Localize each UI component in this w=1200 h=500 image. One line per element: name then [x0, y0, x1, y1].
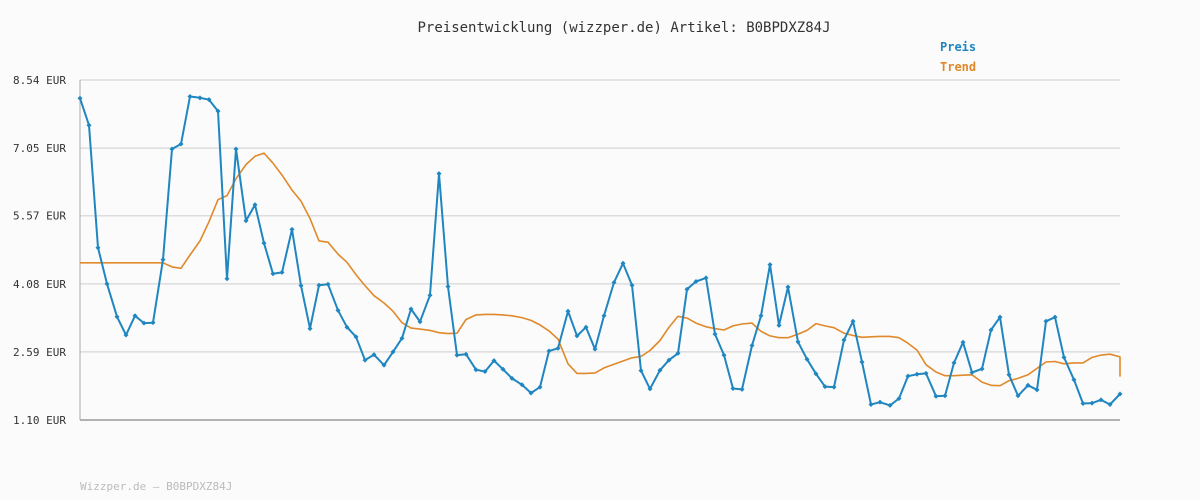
- price-point: [785, 284, 791, 290]
- price-point: [436, 171, 442, 177]
- y-tick-label: 4.08 EUR: [13, 278, 66, 291]
- price-point: [325, 281, 331, 287]
- price-point: [776, 322, 782, 328]
- price-point: [95, 245, 101, 251]
- price-point: [868, 401, 874, 407]
- series-group: [77, 93, 1123, 408]
- price-point: [289, 226, 295, 232]
- price-point: [104, 281, 110, 287]
- price-point: [427, 292, 433, 298]
- price-point: [187, 93, 193, 99]
- y-tick-label: 8.54 EUR: [13, 74, 66, 87]
- price-point: [739, 386, 745, 392]
- price-point: [77, 95, 83, 101]
- price-point: [546, 348, 552, 354]
- price-point: [224, 276, 230, 282]
- price-point: [1080, 401, 1086, 407]
- grid-lines: [80, 79, 1120, 421]
- price-point: [565, 308, 571, 314]
- price-point: [261, 240, 267, 246]
- price-point: [197, 95, 203, 101]
- footer-credit: Wizzper.de – B0BPDXZ84J: [80, 480, 233, 493]
- price-point: [454, 352, 460, 358]
- price-point: [307, 326, 313, 332]
- price-point: [730, 385, 736, 391]
- price-point: [279, 269, 285, 275]
- price-chart: Preisentwicklung (wizzper.de) Artikel: B…: [13, 20, 1123, 427]
- y-tick-label: 7.05 EUR: [13, 142, 66, 155]
- y-axis-ticks: 8.54 EUR 7.05 EUR 5.57 EUR 4.08 EUR 2.59 EUR…: [13, 74, 66, 427]
- price-point: [1089, 400, 1095, 406]
- price-point: [86, 122, 92, 128]
- price-point: [445, 284, 451, 290]
- price-point: [758, 313, 764, 319]
- price-point: [831, 384, 837, 390]
- chart-title: Preisentwicklung (wizzper.de) Artikel: B…: [417, 20, 830, 36]
- price-point: [749, 343, 755, 349]
- y-tick-label: 5.57 EUR: [13, 210, 66, 223]
- series-line-preis: [79, 95, 1121, 407]
- price-point: [601, 313, 607, 319]
- y-tick-label: 1.10 EUR: [13, 414, 66, 427]
- price-point: [767, 262, 773, 268]
- price-point: [979, 366, 985, 372]
- price-point: [859, 359, 865, 365]
- legend-trend: Trend: [940, 60, 976, 74]
- price-point: [233, 146, 239, 152]
- price-point: [703, 275, 709, 281]
- price-point: [160, 257, 166, 263]
- price-point: [942, 393, 948, 399]
- price-point: [877, 399, 883, 405]
- legend-preis: Preis: [940, 40, 976, 54]
- price-point: [150, 320, 156, 326]
- price-point: [555, 345, 561, 351]
- series-line-trend: [80, 152, 1121, 387]
- price-point: [914, 371, 920, 377]
- y-tick-label: 2.59 EUR: [13, 346, 66, 359]
- price-point: [270, 271, 276, 277]
